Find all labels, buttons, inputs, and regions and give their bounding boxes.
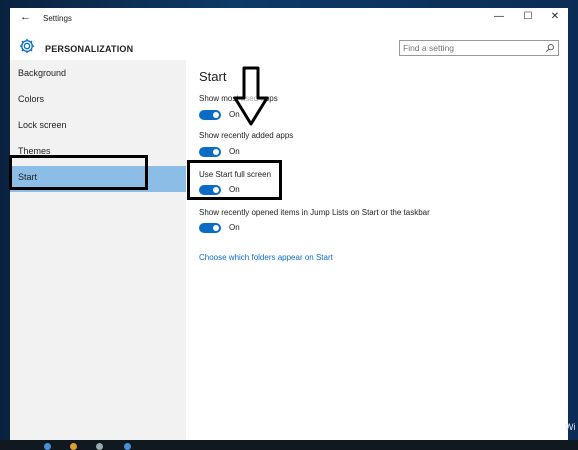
taskbar-app-icon[interactable] xyxy=(96,443,103,450)
toggle-state: On xyxy=(229,223,240,232)
toggle-most-used[interactable] xyxy=(199,110,221,120)
minimize-button[interactable]: — xyxy=(490,11,508,22)
setting-label-jump-lists: Show recently opened items in Jump Lists… xyxy=(199,208,430,217)
search-icon[interactable] xyxy=(545,43,555,53)
taskbar-app-icon[interactable] xyxy=(44,443,51,450)
sidebar-item-background[interactable]: Background xyxy=(10,62,186,88)
toggle-recently-added[interactable] xyxy=(199,147,221,157)
title-bar: ← Settings — ☐ ✕ xyxy=(10,8,568,30)
maximize-button[interactable]: ☐ xyxy=(519,11,537,22)
window-title: Settings xyxy=(43,14,72,23)
sidebar-item-label: Background xyxy=(18,68,67,78)
setting-label-recently-added: Show recently added apps xyxy=(199,131,294,140)
sidebar-item-label: Colors xyxy=(18,94,45,104)
toggle-state: On xyxy=(229,147,240,156)
activation-watermark: Wi xyxy=(565,422,576,432)
taskbar-app-icon[interactable] xyxy=(70,443,77,450)
toggle-jump-lists[interactable] xyxy=(199,223,221,233)
highlight-box-full-screen xyxy=(187,160,282,200)
taskbar xyxy=(0,440,578,450)
search-input[interactable] xyxy=(403,42,538,54)
down-arrow-annotation xyxy=(233,66,269,126)
search-box[interactable] xyxy=(399,40,559,56)
page-title: Start xyxy=(199,69,227,84)
gear-icon xyxy=(19,38,35,54)
choose-folders-link[interactable]: Choose which folders appear on Start xyxy=(199,253,333,262)
highlight-box-start xyxy=(9,155,148,190)
section-title: PERSONALIZATION xyxy=(45,44,134,54)
back-button[interactable]: ← xyxy=(20,11,31,23)
taskbar-app-icon[interactable] xyxy=(124,443,131,450)
sidebar-item-label: Lock screen xyxy=(18,120,67,130)
settings-window: ← Settings — ☐ ✕ PERSONALIZATION Backgro… xyxy=(10,8,568,440)
sidebar-item-lock-screen[interactable]: Lock screen xyxy=(10,114,186,140)
close-button[interactable]: ✕ xyxy=(546,11,564,22)
sidebar-item-colors[interactable]: Colors xyxy=(10,88,186,114)
sidebar: Background Colors Lock screen Themes Sta… xyxy=(10,60,186,440)
